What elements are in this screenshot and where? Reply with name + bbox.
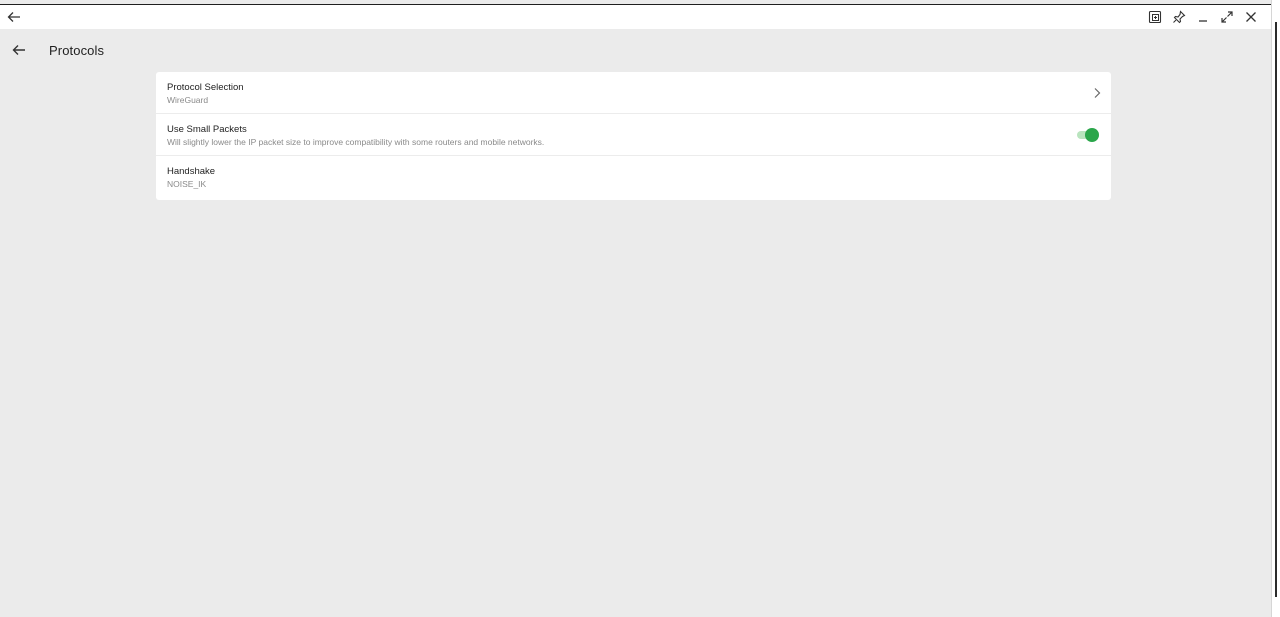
close-icon[interactable]	[1242, 9, 1260, 25]
scrollbar[interactable]	[1275, 22, 1277, 597]
settings-card: Protocol Selection WireGuard Use Small P…	[156, 72, 1111, 200]
chevron-right-icon	[1092, 86, 1102, 100]
setting-title: Protocol Selection	[167, 82, 244, 93]
app-window: Protocols Protocol Selection WireGuard U…	[0, 0, 1272, 617]
snap-icon[interactable]	[1146, 9, 1164, 25]
setting-handshake[interactable]: Handshake NOISE_IK	[156, 156, 1111, 200]
minimize-icon[interactable]	[1194, 9, 1212, 25]
setting-value: NOISE_IK	[167, 179, 207, 189]
caption-controls	[1146, 9, 1260, 25]
setting-description: Will slightly lower the IP packet size t…	[167, 137, 545, 147]
pin-icon[interactable]	[1170, 9, 1188, 25]
small-packets-toggle[interactable]	[1077, 128, 1099, 142]
app-bar: Protocols	[0, 29, 1272, 73]
setting-value: WireGuard	[167, 95, 209, 105]
setting-title: Use Small Packets	[167, 124, 247, 135]
window-caption-bar	[0, 4, 1272, 29]
toggle-thumb	[1085, 128, 1099, 142]
window-edge	[1271, 0, 1280, 617]
setting-protocol-selection[interactable]: Protocol Selection WireGuard	[156, 72, 1111, 114]
back-arrow-icon[interactable]	[10, 41, 28, 59]
maximize-icon[interactable]	[1218, 9, 1236, 25]
arrow-left-icon[interactable]	[6, 9, 24, 25]
setting-use-small-packets[interactable]: Use Small Packets Will slightly lower th…	[156, 114, 1111, 156]
setting-title: Handshake	[167, 166, 216, 177]
page-title: Protocols	[49, 43, 105, 58]
